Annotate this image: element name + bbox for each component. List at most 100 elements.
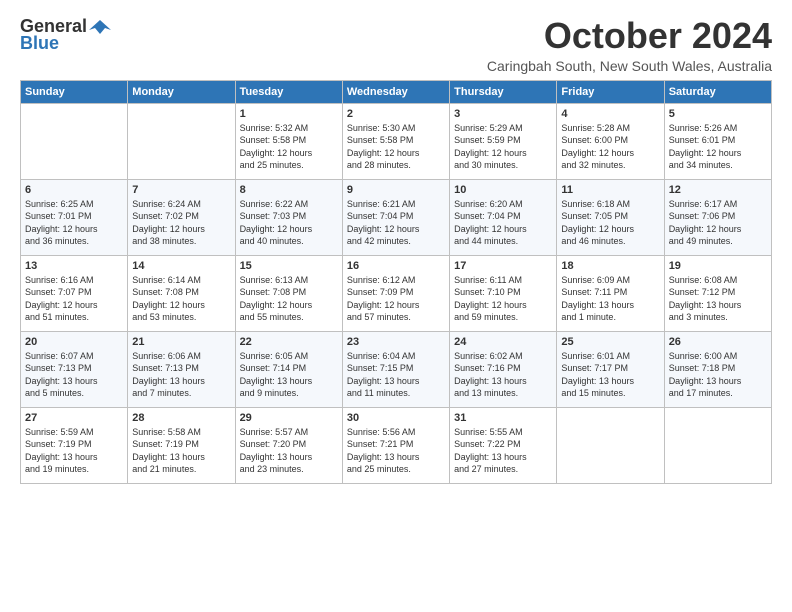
calendar-cell-0-3: 2 Sunrise: 5:30 AM Sunset: 5:58 PM Daylig… <box>342 103 449 179</box>
week-row-3: 20Sunrise: 6:07 AM Sunset: 7:13 PM Dayli… <box>21 331 772 407</box>
day-info: Sunrise: 5:58 AM Sunset: 7:19 PM Dayligh… <box>132 426 230 476</box>
calendar-cell-4-5 <box>557 407 664 483</box>
day-info: Sunrise: 6:18 AM Sunset: 7:05 PM Dayligh… <box>561 198 659 248</box>
logo-blue-text: Blue <box>20 33 59 53</box>
col-thursday: Thursday <box>450 80 557 103</box>
day-info: Sunrise: 5:28 AM Sunset: 6:00 PM Dayligh… <box>561 122 659 172</box>
col-friday: Friday <box>557 80 664 103</box>
day-number: 29 <box>240 412 338 424</box>
calendar-cell-1-1: 7 Sunrise: 6:24 AM Sunset: 7:02 PM Daylig… <box>128 179 235 255</box>
calendar-cell-4-4: 31 Sunrise: 5:55 AM Sunset: 7:22 PM Dayli… <box>450 407 557 483</box>
col-wednesday: Wednesday <box>342 80 449 103</box>
day-info: Sunrise: 6:04 AM Sunset: 7:15 PM Dayligh… <box>347 350 445 400</box>
logo-blue: Blue <box>20 33 59 54</box>
calendar-cell-2-2: 15 Sunrise: 6:13 AM Sunset: 7:08 PM Dayli… <box>235 255 342 331</box>
day-info: Sunrise: 5:29 AM Sunset: 5:59 PM Dayligh… <box>454 122 552 172</box>
calendar-cell-3-2: 22Sunrise: 6:05 AM Sunset: 7:14 PM Dayli… <box>235 331 342 407</box>
calendar-cell-2-5: 18 Sunrise: 6:09 AM Sunset: 7:11 PM Dayli… <box>557 255 664 331</box>
day-number: 14 <box>132 260 230 272</box>
day-info: Sunrise: 5:32 AM Sunset: 5:58 PM Dayligh… <box>240 122 338 172</box>
day-number: 26 <box>669 336 767 348</box>
calendar-cell-1-0: 6Sunrise: 6:25 AM Sunset: 7:01 PM Daylig… <box>21 179 128 255</box>
col-tuesday: Tuesday <box>235 80 342 103</box>
day-info: Sunrise: 6:12 AM Sunset: 7:09 PM Dayligh… <box>347 274 445 324</box>
month-title: October 2024 <box>487 16 772 56</box>
calendar-cell-2-3: 16 Sunrise: 6:12 AM Sunset: 7:09 PM Dayli… <box>342 255 449 331</box>
day-number: 2 <box>347 108 445 120</box>
day-number: 27 <box>25 412 123 424</box>
calendar-cell-2-0: 13Sunrise: 6:16 AM Sunset: 7:07 PM Dayli… <box>21 255 128 331</box>
day-number: 5 <box>669 108 767 120</box>
day-number: 1 <box>240 108 338 120</box>
day-number: 11 <box>561 184 659 196</box>
calendar-cell-3-5: 25 Sunrise: 6:01 AM Sunset: 7:17 PM Dayli… <box>557 331 664 407</box>
calendar-cell-0-6: 5 Sunrise: 5:26 AM Sunset: 6:01 PM Daylig… <box>664 103 771 179</box>
week-row-2: 13Sunrise: 6:16 AM Sunset: 7:07 PM Dayli… <box>21 255 772 331</box>
day-number: 15 <box>240 260 338 272</box>
day-number: 19 <box>669 260 767 272</box>
calendar-cell-1-4: 10 Sunrise: 6:20 AM Sunset: 7:04 PM Dayli… <box>450 179 557 255</box>
day-info: Sunrise: 6:13 AM Sunset: 7:08 PM Dayligh… <box>240 274 338 324</box>
day-info: Sunrise: 6:25 AM Sunset: 7:01 PM Dayligh… <box>25 198 123 248</box>
day-info: Sunrise: 6:21 AM Sunset: 7:04 PM Dayligh… <box>347 198 445 248</box>
day-info: Sunrise: 6:02 AM Sunset: 7:16 PM Dayligh… <box>454 350 552 400</box>
calendar-cell-0-4: 3Sunrise: 5:29 AM Sunset: 5:59 PM Daylig… <box>450 103 557 179</box>
title-block: October 2024 Caringbah South, New South … <box>487 16 772 74</box>
day-number: 31 <box>454 412 552 424</box>
calendar-cell-3-3: 23Sunrise: 6:04 AM Sunset: 7:15 PM Dayli… <box>342 331 449 407</box>
calendar-cell-4-1: 28Sunrise: 5:58 AM Sunset: 7:19 PM Dayli… <box>128 407 235 483</box>
day-number: 18 <box>561 260 659 272</box>
day-info: Sunrise: 5:57 AM Sunset: 7:20 PM Dayligh… <box>240 426 338 476</box>
calendar-cell-0-5: 4 Sunrise: 5:28 AM Sunset: 6:00 PM Daylig… <box>557 103 664 179</box>
calendar-cell-3-4: 24 Sunrise: 6:02 AM Sunset: 7:16 PM Dayli… <box>450 331 557 407</box>
calendar-cell-3-6: 26 Sunrise: 6:00 AM Sunset: 7:18 PM Dayli… <box>664 331 771 407</box>
calendar-cell-1-5: 11 Sunrise: 6:18 AM Sunset: 7:05 PM Dayli… <box>557 179 664 255</box>
day-info: Sunrise: 6:11 AM Sunset: 7:10 PM Dayligh… <box>454 274 552 324</box>
calendar-header-row: Sunday Monday Tuesday Wednesday Thursday… <box>21 80 772 103</box>
calendar-cell-1-3: 9 Sunrise: 6:21 AM Sunset: 7:04 PM Daylig… <box>342 179 449 255</box>
day-number: 7 <box>132 184 230 196</box>
calendar-cell-4-0: 27Sunrise: 5:59 AM Sunset: 7:19 PM Dayli… <box>21 407 128 483</box>
day-info: Sunrise: 6:00 AM Sunset: 7:18 PM Dayligh… <box>669 350 767 400</box>
day-number: 10 <box>454 184 552 196</box>
calendar-cell-3-0: 20Sunrise: 6:07 AM Sunset: 7:13 PM Dayli… <box>21 331 128 407</box>
calendar-cell-4-6 <box>664 407 771 483</box>
day-number: 20 <box>25 336 123 348</box>
day-number: 25 <box>561 336 659 348</box>
day-number: 30 <box>347 412 445 424</box>
calendar-cell-0-1 <box>128 103 235 179</box>
day-number: 24 <box>454 336 552 348</box>
calendar-cell-0-0 <box>21 103 128 179</box>
day-info: Sunrise: 5:56 AM Sunset: 7:21 PM Dayligh… <box>347 426 445 476</box>
calendar-cell-4-3: 30 Sunrise: 5:56 AM Sunset: 7:21 PM Dayli… <box>342 407 449 483</box>
calendar-cell-3-1: 21 Sunrise: 6:06 AM Sunset: 7:13 PM Dayli… <box>128 331 235 407</box>
day-info: Sunrise: 5:30 AM Sunset: 5:58 PM Dayligh… <box>347 122 445 172</box>
day-number: 16 <box>347 260 445 272</box>
day-info: Sunrise: 6:14 AM Sunset: 7:08 PM Dayligh… <box>132 274 230 324</box>
day-number: 21 <box>132 336 230 348</box>
page: General Blue October 2024 Caringbah Sout… <box>0 0 792 612</box>
calendar-table: Sunday Monday Tuesday Wednesday Thursday… <box>20 80 772 484</box>
day-info: Sunrise: 5:55 AM Sunset: 7:22 PM Dayligh… <box>454 426 552 476</box>
day-info: Sunrise: 5:26 AM Sunset: 6:01 PM Dayligh… <box>669 122 767 172</box>
calendar-cell-1-2: 8Sunrise: 6:22 AM Sunset: 7:03 PM Daylig… <box>235 179 342 255</box>
day-info: Sunrise: 6:06 AM Sunset: 7:13 PM Dayligh… <box>132 350 230 400</box>
col-sunday: Sunday <box>21 80 128 103</box>
day-info: Sunrise: 6:05 AM Sunset: 7:14 PM Dayligh… <box>240 350 338 400</box>
calendar-cell-0-2: 1 Sunrise: 5:32 AM Sunset: 5:58 PM Daylig… <box>235 103 342 179</box>
calendar-cell-2-1: 14 Sunrise: 6:14 AM Sunset: 7:08 PM Dayli… <box>128 255 235 331</box>
day-info: Sunrise: 6:16 AM Sunset: 7:07 PM Dayligh… <box>25 274 123 324</box>
logo-bird-icon <box>89 18 111 36</box>
day-info: Sunrise: 6:20 AM Sunset: 7:04 PM Dayligh… <box>454 198 552 248</box>
location-subtitle: Caringbah South, New South Wales, Austra… <box>487 58 772 74</box>
day-number: 9 <box>347 184 445 196</box>
calendar-cell-4-2: 29 Sunrise: 5:57 AM Sunset: 7:20 PM Dayli… <box>235 407 342 483</box>
week-row-0: 1 Sunrise: 5:32 AM Sunset: 5:58 PM Daylig… <box>21 103 772 179</box>
week-row-1: 6Sunrise: 6:25 AM Sunset: 7:01 PM Daylig… <box>21 179 772 255</box>
day-info: Sunrise: 6:09 AM Sunset: 7:11 PM Dayligh… <box>561 274 659 324</box>
day-number: 8 <box>240 184 338 196</box>
day-number: 4 <box>561 108 659 120</box>
day-info: Sunrise: 6:24 AM Sunset: 7:02 PM Dayligh… <box>132 198 230 248</box>
day-info: Sunrise: 6:01 AM Sunset: 7:17 PM Dayligh… <box>561 350 659 400</box>
logo: General Blue <box>20 16 111 54</box>
